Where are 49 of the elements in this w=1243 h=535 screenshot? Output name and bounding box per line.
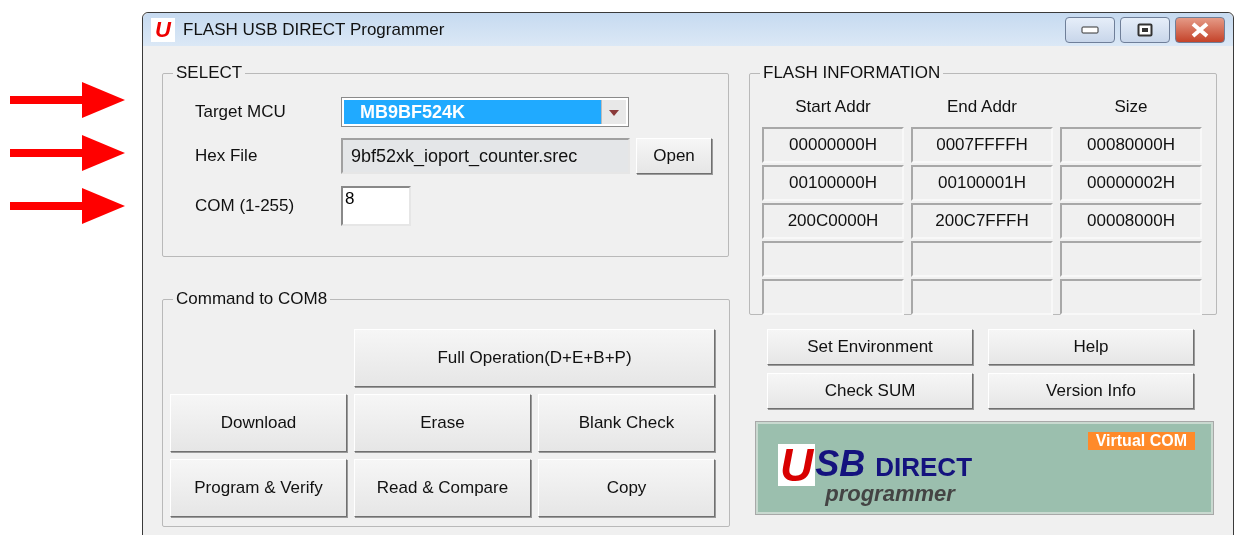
address-cell: 00000000H <box>762 127 904 163</box>
group-title: Command to COM8 <box>175 289 329 309</box>
command-button[interactable]: Read & Compare <box>354 459 531 517</box>
arrow-icon <box>10 188 125 224</box>
minimize-icon <box>1081 25 1099 34</box>
close-button[interactable] <box>1175 16 1225 43</box>
command-button[interactable]: Download <box>170 394 347 452</box>
logo-badge: Virtual COM <box>1087 432 1195 450</box>
restore-icon <box>1137 22 1153 37</box>
hex-file-field[interactable]: 9bf52xk_ioport_counter.srec <box>341 138 630 174</box>
address-cell: 00100000H <box>762 165 904 201</box>
tool-button[interactable]: Version Info <box>988 373 1194 409</box>
tool-button[interactable]: Set Environment <box>767 329 973 365</box>
minimize-button[interactable] <box>1065 16 1115 43</box>
arrow-icon <box>10 135 125 171</box>
address-cell: 00100001H <box>911 165 1053 201</box>
command-button[interactable]: Full Operation(D+E+B+P) <box>354 329 715 387</box>
command-button[interactable]: Copy <box>538 459 715 517</box>
com-input-field[interactable]: 8 <box>341 186 411 226</box>
command-button[interactable]: Blank Check <box>538 394 715 452</box>
column-header: Size <box>1113 97 1149 117</box>
tool-button[interactable]: Check SUM <box>767 373 973 409</box>
address-cell: 00080000H <box>1060 127 1202 163</box>
open-button[interactable]: Open <box>636 138 712 174</box>
tool-button[interactable]: Help <box>988 329 1194 365</box>
logo-subtitle: programmer <box>825 484 957 504</box>
logo-text: DIRECT <box>875 452 973 483</box>
address-cell: 0007FFFFH <box>911 127 1053 163</box>
dropdown-caret-icon <box>601 100 626 124</box>
address-cell: 00000002H <box>1060 165 1202 201</box>
group-title: SELECT <box>175 63 244 83</box>
address-cell: 200C0000H <box>762 203 904 239</box>
address-cell: 200C7FFFH <box>911 203 1053 239</box>
close-icon <box>1190 21 1210 38</box>
field-label: Hex File <box>194 146 259 166</box>
command-button[interactable]: Program & Verify <box>170 459 347 517</box>
column-header: End Addr <box>946 97 1018 117</box>
logo-text: SB <box>815 444 866 484</box>
column-header: Start Addr <box>794 97 872 117</box>
group-title: FLASH INFORMATION <box>762 63 942 83</box>
command-button[interactable]: Erase <box>354 394 531 452</box>
logo-letter: U <box>778 444 816 486</box>
window-title: FLASH USB DIRECT Programmer <box>183 19 446 40</box>
app-icon: U <box>151 17 175 42</box>
address-cell: 00008000H <box>1060 203 1202 239</box>
restore-button[interactable] <box>1120 16 1170 43</box>
arrow-icon <box>10 82 125 118</box>
field-label: Target MCU <box>194 102 287 122</box>
field-label: COM (1-255) <box>194 196 296 216</box>
